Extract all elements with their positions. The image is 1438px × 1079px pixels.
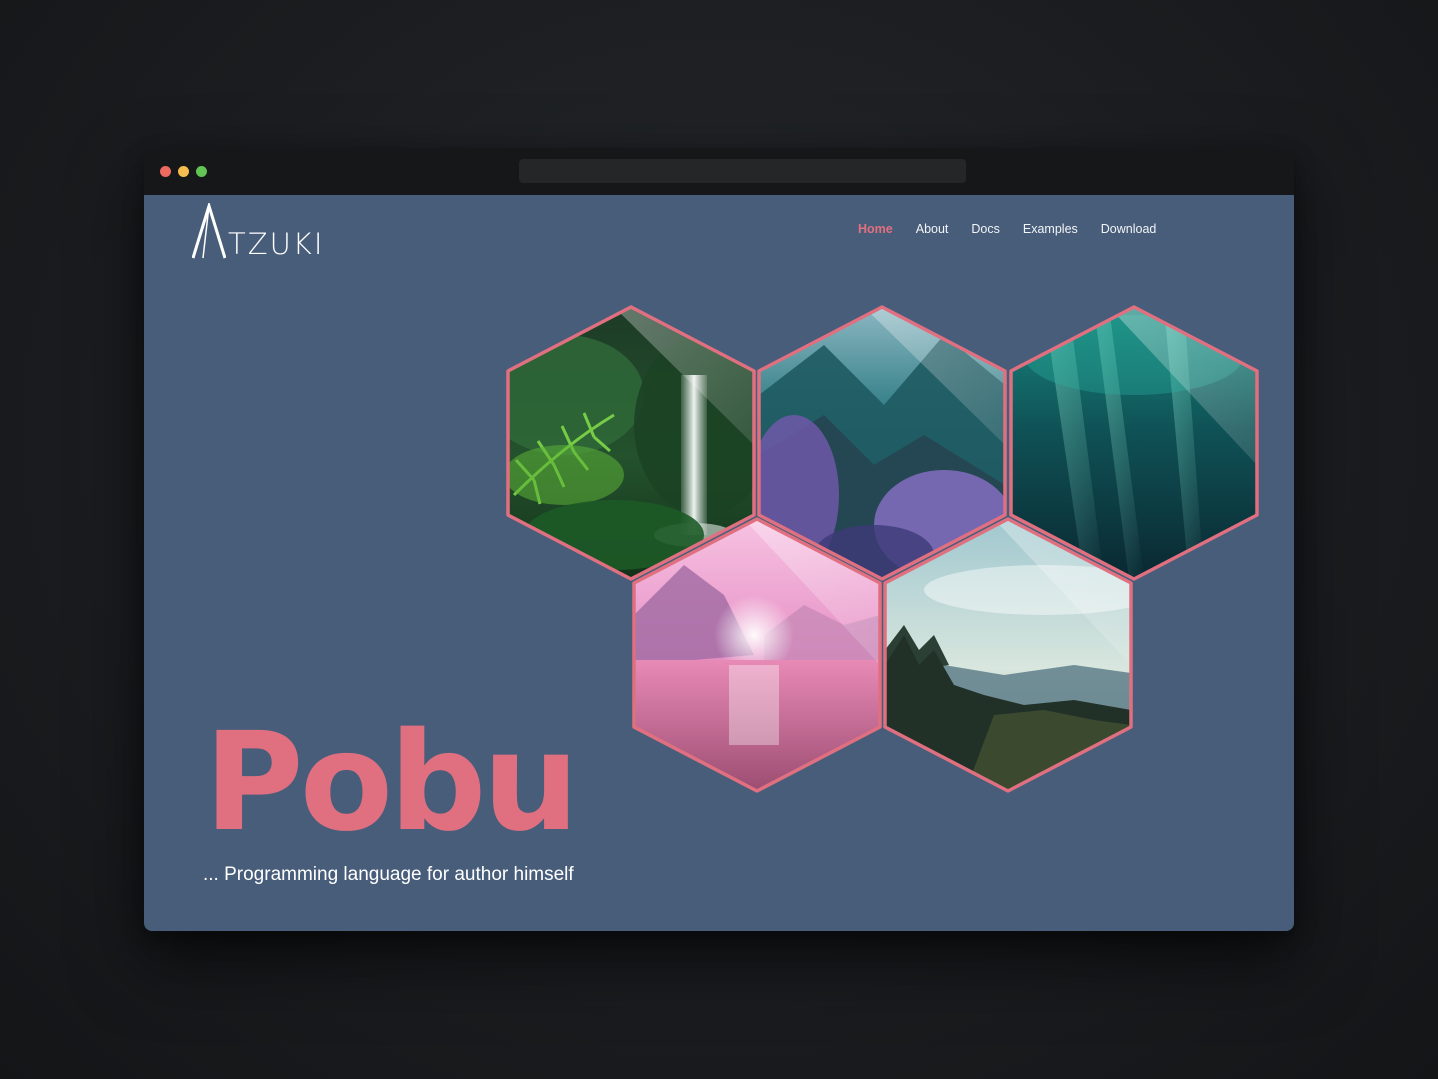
minimize-window-button[interactable] bbox=[178, 166, 189, 177]
brand-logo[interactable]: TZUKI bbox=[192, 203, 324, 259]
hero-subtitle: ... Programming language for author hims… bbox=[203, 864, 574, 885]
logo-a-mark bbox=[192, 203, 226, 259]
close-window-button[interactable] bbox=[160, 166, 171, 177]
browser-titlebar bbox=[144, 148, 1294, 195]
nav-item-about[interactable]: About bbox=[916, 222, 949, 236]
nav-item-docs[interactable]: Docs bbox=[971, 222, 999, 236]
maximize-window-button[interactable] bbox=[196, 166, 207, 177]
nav-item-examples[interactable]: Examples bbox=[1023, 222, 1078, 236]
nav-item-download[interactable]: Download bbox=[1101, 222, 1157, 236]
logo-wordmark: TZUKI bbox=[228, 227, 325, 261]
hero-title: Pobu bbox=[204, 704, 579, 862]
nav-item-home[interactable]: Home bbox=[858, 222, 893, 236]
main-nav: Home About Docs Examples Download bbox=[858, 222, 1179, 236]
address-bar[interactable] bbox=[519, 159, 966, 183]
browser-window: TZUKI Home About Docs Examples Download … bbox=[144, 148, 1294, 931]
landing-page: TZUKI Home About Docs Examples Download … bbox=[144, 195, 1294, 931]
